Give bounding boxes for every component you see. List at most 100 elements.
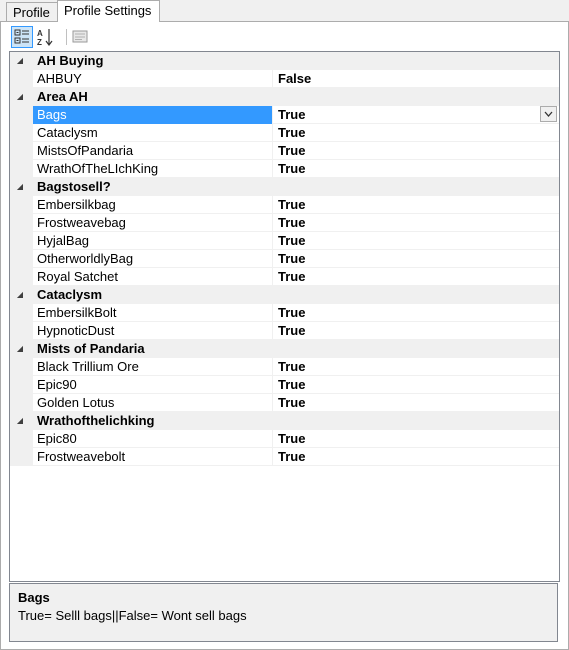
property-name[interactable]: Black Trillium Ore [33,358,273,376]
property-value[interactable]: True [278,106,559,124]
collapse-triangle-icon[interactable]: ◢ [13,178,27,196]
property-name[interactable]: Frostweavebag [33,214,273,232]
property-name[interactable]: WrathOfTheLIchKing [33,160,273,178]
category-row[interactable]: ◢ AH Buying [10,52,559,70]
tab-strip: Profile Profile Settings [0,0,569,22]
row-margin [10,124,33,142]
row-margin [10,322,33,340]
property-name[interactable]: Cataclysm [33,124,273,142]
property-value[interactable]: True [278,376,559,394]
property-value[interactable]: True [278,322,559,340]
category-label: Wrathofthelichking [37,413,155,428]
categorized-button[interactable] [11,26,33,48]
alphabetical-button[interactable]: A Z [35,26,57,48]
category-row[interactable]: ◢ Mists of Pandaria [10,340,559,358]
property-value[interactable]: True [278,124,559,142]
category-label: Bagstosell? [37,179,111,194]
value-dropdown-button[interactable] [540,106,557,122]
row-margin [10,232,33,250]
property-value[interactable]: True [278,430,559,448]
property-name[interactable]: MistsOfPandaria [33,142,273,160]
property-grid-toolbar: A Z [9,26,569,48]
help-title: Bags [18,590,50,605]
property-name[interactable]: EmbersilkBolt [33,304,273,322]
row-margin [10,394,33,412]
tab-label: Profile [13,5,50,20]
property-row[interactable]: AHBUY False [10,70,559,88]
property-pages-icon [72,30,88,43]
property-value-text: True [278,107,306,122]
property-value[interactable]: True [278,250,559,268]
category-label: Area AH [37,89,88,104]
row-margin [10,160,33,178]
property-value[interactable]: True [278,394,559,412]
property-value[interactable]: True [278,214,559,232]
property-value[interactable]: True [278,268,559,286]
category-row[interactable]: ◢ Bagstosell? [10,178,559,196]
row-margin [10,214,33,232]
property-name[interactable]: HypnoticDust [33,322,273,340]
property-name[interactable]: Royal Satchet [33,268,273,286]
property-name[interactable]: Golden Lotus [33,394,273,412]
property-value[interactable]: True [278,304,559,322]
row-margin [10,430,33,448]
property-name[interactable]: Bags [33,106,273,124]
category-label: Cataclysm [37,287,103,302]
property-row-selected[interactable]: Bags True [10,106,559,124]
category-row[interactable]: ◢ Cataclysm [10,286,559,304]
property-value[interactable]: True [278,196,559,214]
property-name[interactable]: AHBUY [33,70,273,88]
property-name[interactable]: Epic90 [33,376,273,394]
row-margin [10,376,33,394]
svg-text:Z: Z [37,38,42,47]
property-pages-button[interactable] [69,26,91,48]
property-row[interactable]: Golden Lotus True [10,394,559,412]
property-row[interactable]: Frostweavebolt True [10,448,559,466]
property-row[interactable]: Frostweavebag True [10,214,559,232]
property-name[interactable]: Frostweavebolt [33,448,273,466]
property-row[interactable]: HyjalBag True [10,232,559,250]
property-row[interactable]: MistsOfPandaria True [10,142,559,160]
category-row[interactable]: ◢ Area AH [10,88,559,106]
collapse-triangle-icon[interactable]: ◢ [13,52,27,70]
property-row[interactable]: WrathOfTheLIchKing True [10,160,559,178]
property-value[interactable]: True [278,142,559,160]
row-margin [10,196,33,214]
property-value[interactable]: True [278,232,559,250]
collapse-triangle-icon[interactable]: ◢ [13,340,27,358]
categorized-view-icon [14,29,29,44]
property-name[interactable]: Epic80 [33,430,273,448]
help-description: True= Selll bags||False= Wont sell bags [18,608,247,623]
row-margin [10,70,33,88]
property-value[interactable]: True [278,160,559,178]
property-row[interactable]: EmbersilkBolt True [10,304,559,322]
property-value[interactable]: True [278,448,559,466]
row-margin [10,358,33,376]
row-margin [10,268,33,286]
property-row[interactable]: Black Trillium Ore True [10,358,559,376]
category-row[interactable]: ◢ Wrathofthelichking [10,412,559,430]
property-name[interactable]: HyjalBag [33,232,273,250]
property-row[interactable]: HypnoticDust True [10,322,559,340]
row-margin [10,448,33,466]
property-grid: ◢ AH Buying AHBUY False ◢ Area AH Bags T… [9,51,560,582]
property-value[interactable]: True [278,358,559,376]
property-name[interactable]: Embersilkbag [33,196,273,214]
property-name[interactable]: OtherworldlyBag [33,250,273,268]
property-row[interactable]: Royal Satchet True [10,268,559,286]
property-row[interactable]: Embersilkbag True [10,196,559,214]
property-row[interactable]: Cataclysm True [10,124,559,142]
alphabetical-sort-icon: A Z [37,29,53,47]
property-row[interactable]: Epic90 True [10,376,559,394]
collapse-triangle-icon[interactable]: ◢ [13,88,27,106]
property-row[interactable]: Epic80 True [10,430,559,448]
property-value[interactable]: False [278,70,559,88]
collapse-triangle-icon[interactable]: ◢ [13,286,27,304]
chevron-down-icon [544,111,553,117]
svg-text:A: A [37,29,43,38]
category-label: AH Buying [37,53,104,68]
tab-profile[interactable]: Profile [6,2,58,21]
property-row[interactable]: OtherworldlyBag True [10,250,559,268]
collapse-triangle-icon[interactable]: ◢ [13,412,27,430]
tab-profile-settings[interactable]: Profile Settings [57,0,160,22]
